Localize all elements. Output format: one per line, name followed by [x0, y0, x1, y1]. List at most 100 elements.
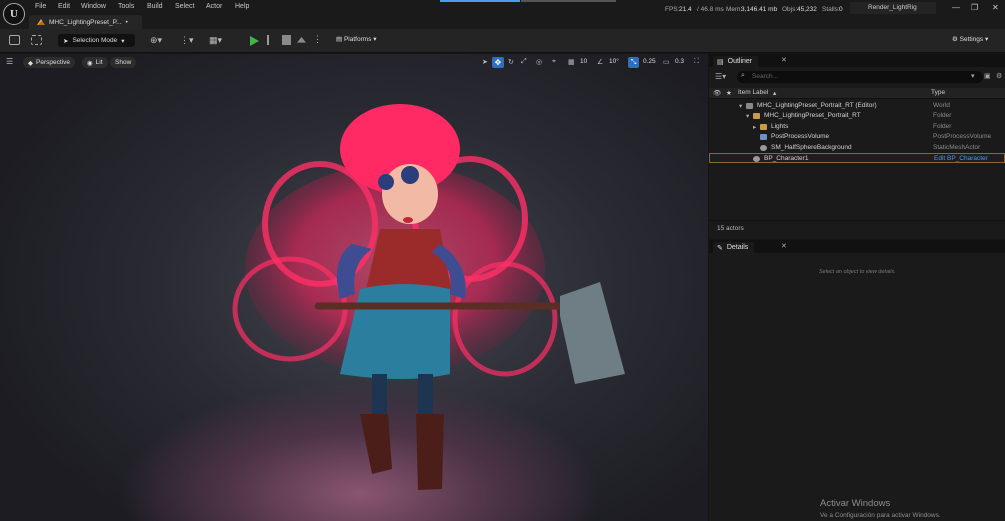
- step-icon[interactable]: [267, 35, 276, 45]
- row-type: PostProcessVolume: [933, 133, 992, 140]
- menu-help[interactable]: Help: [235, 3, 249, 10]
- menu-select[interactable]: Select: [175, 3, 194, 10]
- fps-label: FPS:: [665, 6, 680, 13]
- details-empty-hint: Select an object to view details.: [819, 269, 896, 275]
- folder-icon: [753, 113, 760, 119]
- details-panel: ✎ Details ✕ Select an object to view det…: [709, 240, 1005, 521]
- world-icon: [746, 103, 753, 109]
- eject-icon[interactable]: [297, 37, 306, 43]
- row-type: StaticMeshActor: [933, 144, 981, 151]
- minimize-icon[interactable]: —: [952, 3, 960, 12]
- activation-watermark-title: Activar Windows: [820, 498, 891, 509]
- stalls-value: 0: [839, 6, 843, 13]
- platforms-icon: ▤: [336, 36, 344, 43]
- row-type: World: [933, 102, 950, 109]
- details-icon: ✎: [717, 244, 723, 252]
- progress-accent: [440, 0, 520, 2]
- chevron-down-icon: ▾: [373, 36, 377, 43]
- close-window-icon[interactable]: ✕: [992, 3, 999, 12]
- level-viewport[interactable]: ☰ ◆ Perspective ◉ Lit Show ➤ ✥ ↻ ⤢ ◎ ⌖ ▦…: [0, 54, 708, 521]
- title-bar: U File Edit Window Tools Build Select Ac…: [0, 0, 1005, 29]
- expand-arrow-icon[interactable]: ▸: [753, 123, 756, 131]
- add-actor-icon[interactable]: ⊕▾: [150, 35, 162, 46]
- selection-mode-label: Selection Mode: [72, 37, 118, 44]
- row-label: PostProcessVolume: [771, 133, 830, 140]
- outliner-header: ▤ Outliner ✕: [709, 54, 1005, 67]
- stalls-label: Stalls:: [822, 6, 840, 13]
- close-tab-icon[interactable]: ✕: [781, 56, 787, 64]
- outliner-row-character[interactable]: BP_Character1 Edit BP_Character: [709, 153, 1005, 163]
- chevron-down-icon[interactable]: ▾: [971, 72, 975, 80]
- filter-icon[interactable]: ☰▾: [715, 72, 726, 81]
- static-mesh-icon: [760, 145, 767, 151]
- objs-value: 45,232: [797, 6, 817, 13]
- row-type: Folder: [933, 112, 952, 119]
- gear-icon[interactable]: ⚙: [996, 72, 1002, 80]
- actor-count: 15 actors: [717, 225, 744, 232]
- row-type: Folder: [933, 123, 952, 130]
- platforms-button[interactable]: ▤ Platforms ▾: [336, 35, 376, 43]
- play-options-icon[interactable]: ⋮: [313, 34, 322, 45]
- main-toolbar: ➤ Selection Mode ▾ ⊕▾ ⋮▾ ▦▾ ⋮ ▤ Platform…: [0, 29, 1005, 53]
- unreal-logo-icon[interactable]: U: [3, 3, 25, 25]
- post-process-icon: [760, 134, 767, 140]
- save-icon[interactable]: [9, 35, 20, 45]
- maximize-icon[interactable]: ❐: [971, 3, 978, 12]
- row-label: SM_HalfSphereBackground: [771, 144, 852, 151]
- folder-add-icon[interactable]: ▣: [984, 72, 991, 80]
- blueprint-icon[interactable]: ⋮▾: [180, 35, 194, 46]
- render-preset[interactable]: Render_LightRig: [850, 2, 936, 14]
- collapse-arrow-icon[interactable]: ▾: [746, 112, 749, 120]
- outliner-search-input[interactable]: Search...: [737, 71, 983, 83]
- outliner-row-lights[interactable]: ▸ Lights Folder: [709, 122, 1005, 132]
- menu-actor[interactable]: Actor: [206, 3, 222, 10]
- settings-button[interactable]: ⚙ Settings ▾: [952, 35, 988, 43]
- settings-label: Settings: [959, 36, 984, 43]
- folder-icon: [760, 124, 767, 130]
- cinematics-icon[interactable]: ▦▾: [209, 35, 222, 46]
- item-label-column[interactable]: Item Label: [738, 89, 768, 96]
- outliner-row-halfsphere[interactable]: SM_HalfSphereBackground StaticMeshActor: [709, 143, 1005, 153]
- outliner-tab[interactable]: ▤ Outliner: [713, 56, 759, 67]
- level-icon: [37, 19, 45, 25]
- row-label: Lights: [771, 123, 789, 130]
- row-label: BP_Character1: [764, 155, 809, 162]
- collapse-arrow-icon[interactable]: ▾: [739, 102, 742, 110]
- activation-watermark-text: Ve a Configuración para activar Windows.: [820, 512, 941, 519]
- type-column[interactable]: Type: [931, 89, 945, 96]
- menu-window[interactable]: Window: [81, 3, 106, 10]
- mem-value: 3,146.41 mb: [741, 6, 778, 13]
- mem-label: Mem:: [726, 6, 743, 13]
- details-tab[interactable]: ✎ Details: [713, 242, 755, 253]
- selection-mode-button[interactable]: ➤ Selection Mode ▾: [58, 34, 135, 47]
- sort-asc-icon: ▴: [773, 90, 777, 97]
- level-tab-label: MHC_LightingPreset_P...: [49, 18, 122, 26]
- play-icon[interactable]: [250, 36, 259, 46]
- objs-label: Objs:: [782, 6, 798, 13]
- star-icon[interactable]: ★: [726, 89, 732, 97]
- eye-icon[interactable]: 👁: [713, 89, 721, 97]
- stop-icon[interactable]: [282, 35, 291, 45]
- menu-edit[interactable]: Edit: [58, 3, 70, 10]
- level-tab[interactable]: MHC_LightingPreset_P... •: [29, 15, 142, 29]
- outliner-row-folder[interactable]: ▾ MHC_LightingPreset_Portrait_RT Folder: [709, 111, 1005, 121]
- row-label: MHC_LightingPreset_Portrait_RT (Editor): [757, 102, 877, 109]
- platforms-label: Platforms: [343, 36, 372, 43]
- outliner-column-header: 👁 ★ Item Label ▴ Type: [709, 88, 1005, 99]
- details-header: ✎ Details ✕: [709, 240, 1005, 253]
- details-title: Details: [726, 244, 749, 251]
- close-tab-icon[interactable]: ✕: [781, 242, 787, 250]
- outliner-row-world[interactable]: ▾ MHC_LightingPreset_Portrait_RT (Editor…: [709, 101, 1005, 111]
- edit-blueprint-link[interactable]: Edit BP_Character: [934, 155, 988, 162]
- progress-track: [521, 0, 616, 2]
- actor-icon: [753, 156, 760, 162]
- unsaved-dot: •: [125, 18, 128, 26]
- menu-tools[interactable]: Tools: [118, 3, 134, 10]
- menu-build[interactable]: Build: [147, 3, 163, 10]
- fps-value: 21.4: [679, 6, 692, 13]
- chevron-down-icon: ▾: [121, 37, 125, 45]
- outliner-panel: ▤ Outliner ✕ ☰▾ Search... ⌕ ▾ ▣ ⚙ 👁 ★ It…: [709, 54, 1005, 239]
- content-browser-icon[interactable]: [31, 35, 42, 45]
- outliner-row-postprocess[interactable]: PostProcessVolume PostProcessVolume: [709, 132, 1005, 142]
- menu-file[interactable]: File: [35, 3, 46, 10]
